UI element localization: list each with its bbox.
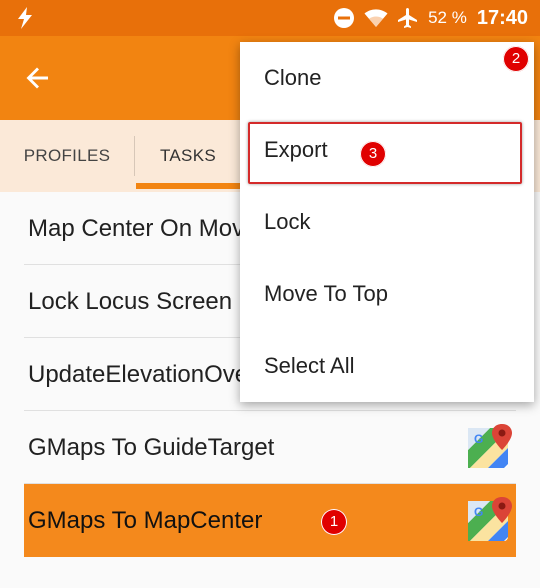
task-label: Map Center On Mov [28,215,245,242]
status-bar: 52 % 17:40 [0,0,540,36]
menu-item-select-all[interactable]: Select All [240,330,534,402]
overflow-menu: Clone Export Lock Move To Top Select All [240,42,534,402]
bolt-icon [18,7,32,29]
tab-divider [134,136,135,176]
annotation-badge-3: 3 [360,141,386,167]
menu-item-lock[interactable]: Lock [240,186,534,258]
svg-text:G: G [474,432,483,446]
tab-profiles[interactable]: PROFILES [0,120,134,192]
task-label: UpdateElevationOve [28,361,249,388]
arrow-back-icon[interactable] [22,62,54,94]
annotation-badge-2: 2 [503,46,529,72]
airplane-icon [398,8,418,28]
google-maps-icon: G [468,424,512,468]
wifi-icon [364,9,388,27]
do-not-disturb-icon [334,8,355,28]
list-item-selected[interactable]: GMaps To MapCenter G [24,484,516,557]
task-label: GMaps To GuideTarget [28,434,275,461]
screen: 52 % 17:40 PROFILES TASKS Map Center On … [0,0,540,588]
task-label: GMaps To MapCenter [28,507,263,534]
task-label: Lock Locus Screen [28,288,233,315]
clock: 17:40 [476,6,528,29]
google-maps-icon: G [468,497,512,541]
status-icons: 52 % 17:40 [332,0,528,36]
active-tab-indicator [136,183,240,189]
annotation-badge-1: 1 [321,509,347,535]
menu-item-move-to-top[interactable]: Move To Top [240,258,534,330]
menu-item-clone[interactable]: Clone [240,42,534,114]
list-item[interactable]: GMaps To GuideTarget G [24,411,516,484]
svg-text:G: G [474,505,483,519]
battery-percent: 52 % [428,8,467,27]
tab-tasks[interactable]: TASKS [136,120,240,192]
